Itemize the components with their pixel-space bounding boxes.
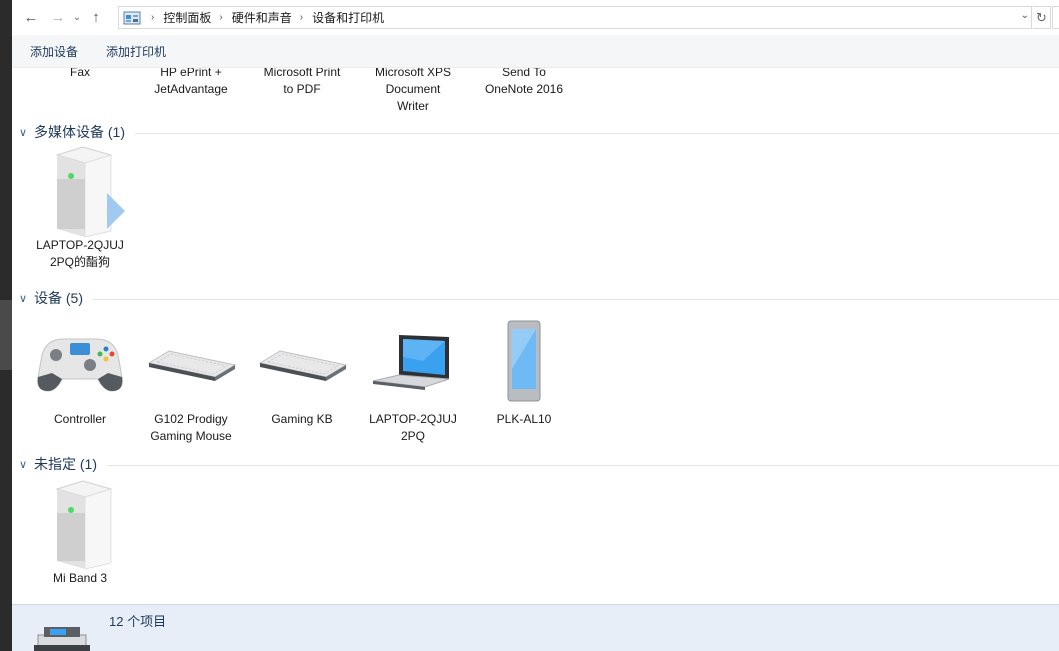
keyboard-icon xyxy=(136,316,246,406)
device-label: Send To OneNote 2016 xyxy=(484,68,564,96)
breadcrumb-separator-icon: › xyxy=(299,12,304,23)
search-input[interactable] xyxy=(1052,6,1059,29)
chevron-down-icon: ⌄ xyxy=(72,12,82,23)
device-item-ms-print-pdf[interactable]: Microsoft Print to PDF xyxy=(247,68,357,98)
address-bar[interactable]: › 控制面板 › 硬件和声音 › 设备和打印机 ⌄ xyxy=(118,6,1032,29)
device-label: HP ePrint + JetAdvantage xyxy=(154,68,228,96)
device-label: G102 Prodigy Gaming Mouse xyxy=(150,412,232,443)
device-label: Microsoft XPS Document Writer xyxy=(374,68,452,113)
breadcrumb-separator-icon: › xyxy=(151,12,155,23)
group-divider xyxy=(135,132,1059,134)
group-divider xyxy=(107,464,1059,466)
group-header-devices[interactable]: ∨ 设备 (5) xyxy=(12,288,1059,308)
add-device-button[interactable]: 添加设备 xyxy=(30,43,92,60)
refresh-icon: ↻ xyxy=(1036,9,1047,25)
group-title: 多媒体设备 (1) xyxy=(34,124,125,140)
group-header-unspecified[interactable]: ∨ 未指定 (1) xyxy=(12,454,1059,474)
back-button[interactable]: ← xyxy=(20,7,42,29)
group-divider xyxy=(93,298,1059,300)
group-header-multimedia[interactable]: ∨ 多媒体设备 (1) xyxy=(12,122,1059,142)
add-printer-button[interactable]: 添加打印机 xyxy=(106,43,180,60)
keyboard-icon xyxy=(247,316,357,406)
device-label: Microsoft Print to PDF xyxy=(263,68,341,96)
recent-locations-button[interactable]: ⌄ xyxy=(69,7,85,29)
forward-button[interactable]: → xyxy=(47,7,69,29)
device-label: LAPTOP-2QJUJ 2PQ xyxy=(369,412,457,443)
desktop-edge xyxy=(0,0,12,651)
group-title: 未指定 (1) xyxy=(34,456,97,472)
device-item-hp-eprint[interactable]: HP ePrint + JetAdvantage xyxy=(136,68,246,98)
device-item-onenote[interactable]: Send To OneNote 2016 xyxy=(469,68,579,98)
generic-device-icon xyxy=(25,480,135,572)
device-item-laptop[interactable]: LAPTOP-2QJUJ 2PQ xyxy=(358,316,468,445)
media-server-icon xyxy=(25,146,135,240)
status-bar: 12 个项目 xyxy=(12,604,1059,651)
up-button[interactable]: ↑ xyxy=(85,7,107,29)
device-item-ms-xps[interactable]: Microsoft XPS Document Writer xyxy=(358,68,468,115)
explorer-window: ← → ⌄ ↑ › 控制面板 › 硬件和声音 › 设备和打印机 ⌄ ↻ 添加设备… xyxy=(12,0,1059,651)
device-label: Fax xyxy=(69,68,90,79)
breadcrumb: › 控制面板 › 硬件和声音 › 设备和打印机 xyxy=(143,9,384,26)
breadcrumb-devices-printers[interactable]: 设备和打印机 xyxy=(312,9,384,26)
device-label: LAPTOP-2QJUJ 2PQ的酯狗 xyxy=(36,238,124,269)
device-item-controller[interactable]: Controller xyxy=(25,316,135,428)
control-panel-icon xyxy=(123,11,141,25)
gamepad-icon xyxy=(25,316,135,406)
device-item-mi-band[interactable]: Mi Band 3 xyxy=(25,480,135,587)
device-label: Controller xyxy=(53,412,107,426)
address-dropdown-icon[interactable]: ⌄ xyxy=(1021,10,1029,21)
device-item-media-server[interactable]: LAPTOP-2QJUJ 2PQ的酯狗 xyxy=(25,146,135,271)
back-arrow-icon: ← xyxy=(23,9,39,26)
breadcrumb-separator-icon: › xyxy=(219,12,223,23)
printer-icon xyxy=(34,627,90,651)
laptop-icon xyxy=(358,316,468,406)
device-item-g102-mouse[interactable]: G102 Prodigy Gaming Mouse xyxy=(136,316,246,445)
breadcrumb-control-panel[interactable]: 控制面板 xyxy=(163,9,211,26)
device-item-gaming-kb[interactable]: Gaming KB xyxy=(247,316,357,428)
chevron-down-icon[interactable]: ∨ xyxy=(12,126,34,139)
forward-arrow-icon: → xyxy=(50,9,66,26)
device-label: PLK-AL10 xyxy=(496,412,552,426)
command-bar: 添加设备 添加打印机 xyxy=(12,35,1059,68)
up-arrow-icon: ↑ xyxy=(92,9,100,26)
device-label: Gaming KB xyxy=(271,412,333,426)
chevron-down-icon[interactable]: ∨ xyxy=(12,292,34,305)
desktop-edge-notch xyxy=(0,300,12,370)
item-count: 12 个项目 xyxy=(109,614,167,629)
device-item-fax[interactable]: Fax xyxy=(25,68,135,81)
phone-icon xyxy=(469,316,579,406)
refresh-button[interactable]: ↻ xyxy=(1033,6,1051,29)
group-title: 设备 (5) xyxy=(34,290,83,306)
chevron-down-icon[interactable]: ∨ xyxy=(12,458,34,471)
breadcrumb-hardware-sound[interactable]: 硬件和声音 xyxy=(232,9,292,26)
device-item-phone[interactable]: PLK-AL10 xyxy=(469,316,579,428)
device-list: Fax HP ePrint + JetAdvantage Microsoft P… xyxy=(12,68,1059,604)
